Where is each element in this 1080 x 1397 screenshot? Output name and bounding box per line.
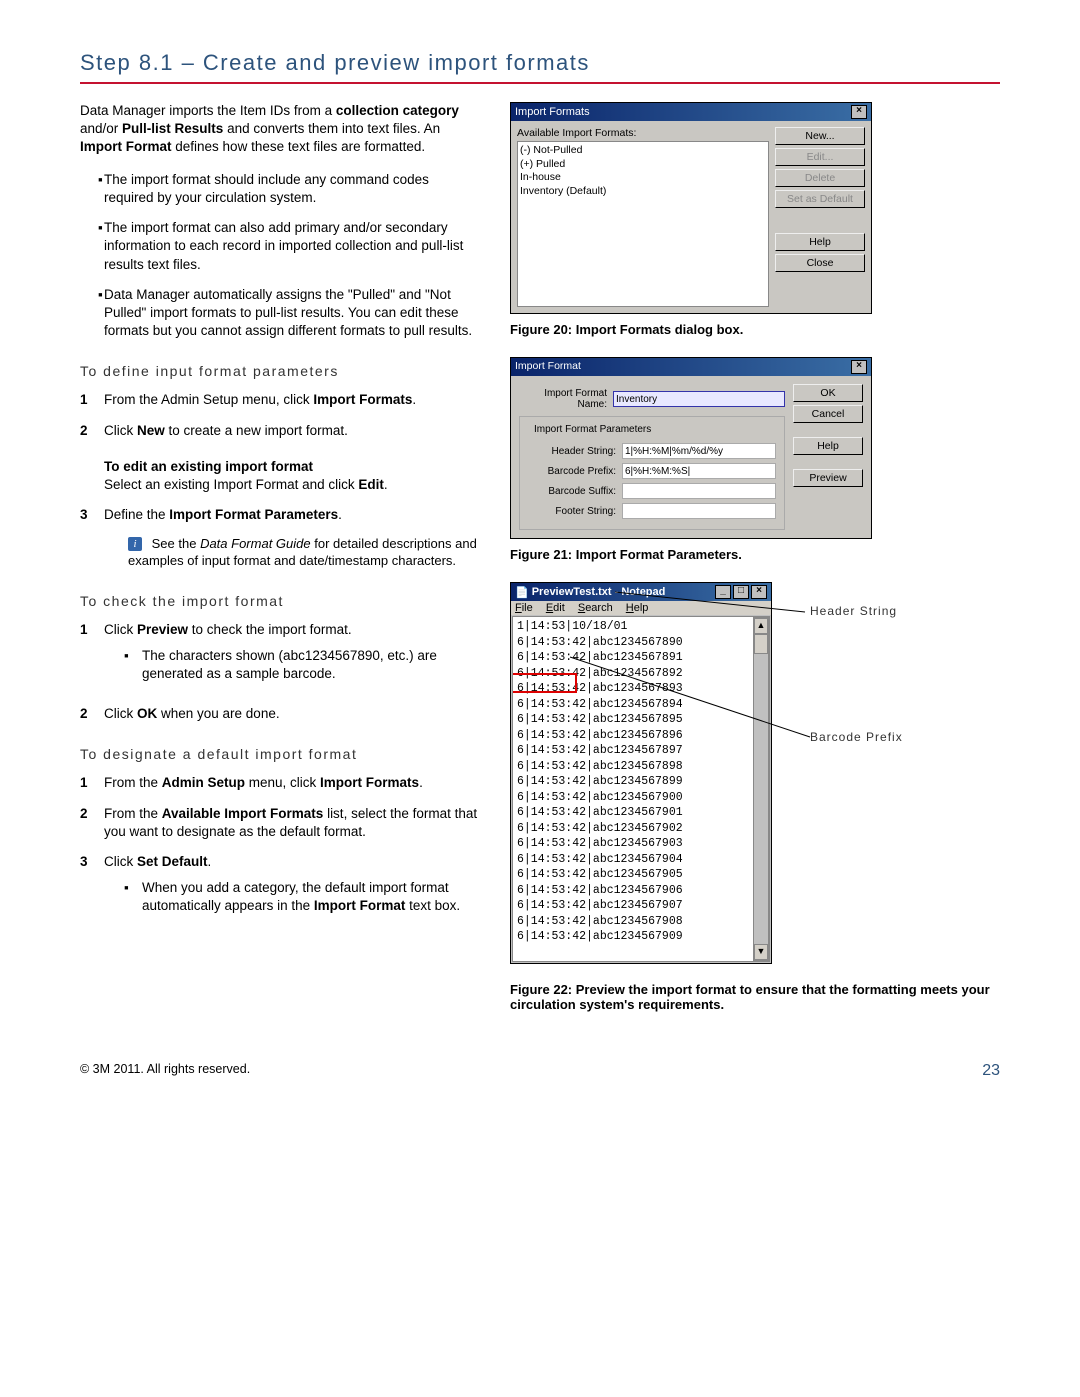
list-item: Inventory (Default) bbox=[520, 185, 766, 199]
title-rule bbox=[80, 82, 1000, 84]
feature-bullet-list: ▪The import format should include any co… bbox=[80, 171, 480, 341]
notepad-line: 6|14:53:42|abc1234567900 bbox=[517, 790, 765, 806]
step-item: 3 Define the Import Format Parameters. i… bbox=[80, 506, 480, 569]
figure-20-caption: Figure 20: Import Formats dialog box. bbox=[510, 322, 1000, 337]
notepad-window: 📄 PreviewTest.txt - Notepad _ □ × File E… bbox=[510, 582, 772, 964]
fieldset-legend: Import Format Parameters bbox=[530, 424, 655, 435]
notepad-line: 6|14:53:42|abc1234567909 bbox=[517, 929, 765, 945]
import-formats-dialog: Import Formats × Available Import Format… bbox=[510, 102, 872, 314]
step-item: 2 Click New to create a new import forma… bbox=[80, 422, 480, 495]
copyright: © 3M 2011. All rights reserved. bbox=[80, 1062, 250, 1080]
notepad-line: 6|14:53:42|abc1234567899 bbox=[517, 774, 765, 790]
step-item: 2 Click OK when you are done. bbox=[80, 705, 480, 723]
step-item: 3 Click Set Default. ▪ When you add a ca… bbox=[80, 853, 480, 926]
notepad-line: 6|14:53:42|abc1234567906 bbox=[517, 883, 765, 899]
step-item: 1 From the Admin Setup menu, click Impor… bbox=[80, 774, 480, 792]
new-button[interactable]: New... bbox=[775, 127, 865, 145]
barcode-prefix-input[interactable] bbox=[622, 463, 776, 479]
import-format-dialog: Import Format × Import Format Name: Impo… bbox=[510, 357, 872, 539]
barcode-prefix-highlight bbox=[512, 673, 577, 693]
notepad-file-icon: 📄 bbox=[515, 586, 529, 599]
scroll-thumb bbox=[754, 634, 768, 654]
info-icon: i bbox=[128, 537, 142, 551]
help-button[interactable]: Help bbox=[775, 233, 865, 251]
close-icon[interactable]: × bbox=[851, 360, 867, 374]
dialog-title: Import Formats bbox=[515, 106, 590, 118]
notepad-line: 6|14:53:42|abc1234567907 bbox=[517, 898, 765, 914]
subhead-define: To define input format parameters bbox=[80, 362, 480, 381]
close-icon[interactable]: × bbox=[851, 105, 867, 119]
preview-button[interactable]: Preview bbox=[793, 469, 863, 487]
intro-paragraph: Data Manager imports the Item IDs from a… bbox=[80, 102, 480, 157]
notepad-line: 6|14:53:42|abc1234567890 bbox=[517, 635, 765, 651]
figure-21-caption: Figure 21: Import Format Parameters. bbox=[510, 547, 1000, 562]
notepad-line: 6|14:53:42|abc1234567908 bbox=[517, 914, 765, 930]
bullet-item: ▪Data Manager automatically assigns the … bbox=[80, 286, 480, 341]
footer-string-input[interactable] bbox=[622, 503, 776, 519]
format-name-input[interactable] bbox=[613, 391, 785, 407]
cancel-button[interactable]: Cancel bbox=[793, 405, 863, 423]
ok-button[interactable]: OK bbox=[793, 384, 863, 402]
available-formats-list[interactable]: (-) Not-Pulled (+) Pulled In-house Inven… bbox=[517, 141, 769, 307]
list-item: (+) Pulled bbox=[520, 158, 766, 172]
bullet-item: ▪The import format can also add primary … bbox=[80, 219, 480, 274]
header-string-input[interactable] bbox=[622, 443, 776, 459]
header-string-annotation: Header String bbox=[810, 604, 897, 618]
close-button[interactable]: Close bbox=[775, 254, 865, 272]
barcode-suffix-label: Barcode Suffix: bbox=[528, 486, 616, 497]
format-name-label: Import Format Name: bbox=[519, 388, 607, 410]
subhead-check: To check the import format bbox=[80, 592, 480, 611]
menu-edit: Edit bbox=[546, 602, 565, 614]
step-item: 1 From the Admin Setup menu, click Impor… bbox=[80, 391, 480, 409]
available-formats-label: Available Import Formats: bbox=[517, 127, 769, 139]
delete-button[interactable]: Delete bbox=[775, 169, 865, 187]
notepad-line: 6|14:53:42|abc1234567905 bbox=[517, 867, 765, 883]
notepad-line: 6|14:53:42|abc1234567898 bbox=[517, 759, 765, 775]
page-number: 23 bbox=[982, 1062, 1000, 1080]
scroll-down-icon: ▼ bbox=[754, 944, 768, 960]
notepad-line: 6|14:53:42|abc1234567904 bbox=[517, 852, 765, 868]
subhead-default: To designate a default import format bbox=[80, 745, 480, 764]
dialog-title: Import Format bbox=[515, 360, 581, 374]
edit-button[interactable]: Edit... bbox=[775, 148, 865, 166]
figure-22-caption: Figure 22: Preview the import format to … bbox=[510, 982, 1000, 1012]
list-item: (-) Not-Pulled bbox=[520, 144, 766, 158]
menu-search: Search bbox=[578, 602, 613, 614]
header-string-label: Header String: bbox=[528, 446, 616, 457]
barcode-prefix-label: Barcode Prefix: bbox=[528, 466, 616, 477]
notepad-line: 6|14:53:42|abc1234567902 bbox=[517, 821, 765, 837]
notepad-line: 6|14:53:42|abc1234567903 bbox=[517, 836, 765, 852]
notepad-line: 6|14:53:42|abc1234567901 bbox=[517, 805, 765, 821]
page-title: Step 8.1 – Create and preview import for… bbox=[80, 50, 1000, 76]
help-button[interactable]: Help bbox=[793, 437, 863, 455]
barcode-prefix-annotation: Barcode Prefix bbox=[810, 730, 903, 744]
footer-string-label: Footer String: bbox=[528, 506, 616, 517]
menu-file: File bbox=[515, 602, 533, 614]
step-item: 1 Click Preview to check the import form… bbox=[80, 621, 480, 694]
bullet-item: ▪The import format should include any co… bbox=[80, 171, 480, 207]
set-default-button[interactable]: Set as Default bbox=[775, 190, 865, 208]
list-item: In-house bbox=[520, 171, 766, 185]
barcode-suffix-input[interactable] bbox=[622, 483, 776, 499]
step-item: 2 From the Available Import Formats list… bbox=[80, 805, 480, 841]
